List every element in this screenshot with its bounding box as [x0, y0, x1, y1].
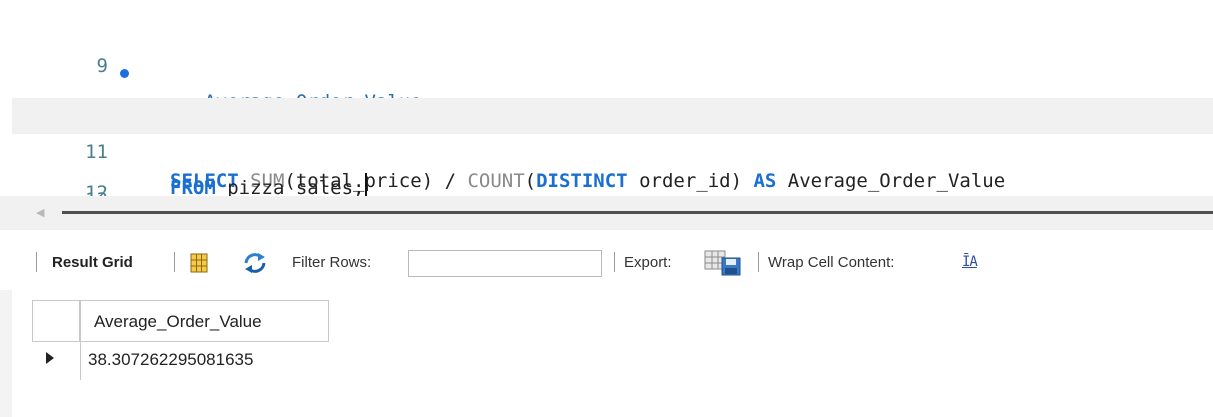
filter-rows-input[interactable]: [408, 250, 602, 277]
scroll-left-arrow-icon[interactable]: ◀: [36, 206, 44, 219]
code-line-12[interactable]: 12: [12, 139, 1213, 196]
cell-value: 38.307262295081635: [88, 350, 254, 369]
toolbar-separator: [614, 252, 615, 272]
export-label: Export:: [624, 254, 672, 271]
wrap-cell-icon[interactable]: ĪA: [962, 254, 978, 270]
code-line-13[interactable]: 13: [12, 176, 1213, 196]
result-grid[interactable]: Average_Order_Value 38.307262295081635: [32, 300, 432, 400]
column-header[interactable]: Average_Order_Value: [80, 300, 329, 342]
result-toolbar: Result Grid Filter Rows: Export: Wrap Ce…: [0, 230, 1213, 290]
wrap-cell-content-label: Wrap Cell Content:: [768, 254, 895, 271]
horizontal-scrollbar[interactable]: ◀: [0, 196, 1213, 230]
code-line-9[interactable]: 9 -- Average Order Value: [12, 12, 1213, 113]
result-grid-tab[interactable]: Result Grid: [52, 253, 133, 273]
code-line-11-current[interactable]: 11 FROM pizza_sales;: [12, 98, 1213, 196]
result-cell[interactable]: 38.307262295081635: [80, 342, 329, 376]
export-icon[interactable]: [704, 250, 742, 276]
filter-rows-label: Filter Rows:: [292, 254, 372, 271]
scrollbar-thumb[interactable]: [62, 211, 1213, 214]
refresh-icon[interactable]: [242, 252, 268, 274]
row-header-column: [32, 300, 81, 380]
column-header-label: Average_Order_Value: [94, 312, 262, 331]
sql-editor[interactable]: 9 -- Average Order Value 10 SELECT SUM(t…: [0, 0, 1213, 196]
breakpoint-dot-icon[interactable]: [120, 69, 129, 78]
line-number: 13: [78, 182, 108, 196]
toolbar-separator: [758, 252, 759, 272]
toolbar-separator: [36, 252, 37, 272]
toolbar-separator: [174, 252, 175, 272]
current-row-arrow-icon: [46, 352, 54, 364]
grid-layout-icon[interactable]: [189, 253, 209, 273]
code-line-10[interactable]: 10 SELECT SUM(total_price) / COUNT(DISTI…: [12, 55, 1213, 192]
